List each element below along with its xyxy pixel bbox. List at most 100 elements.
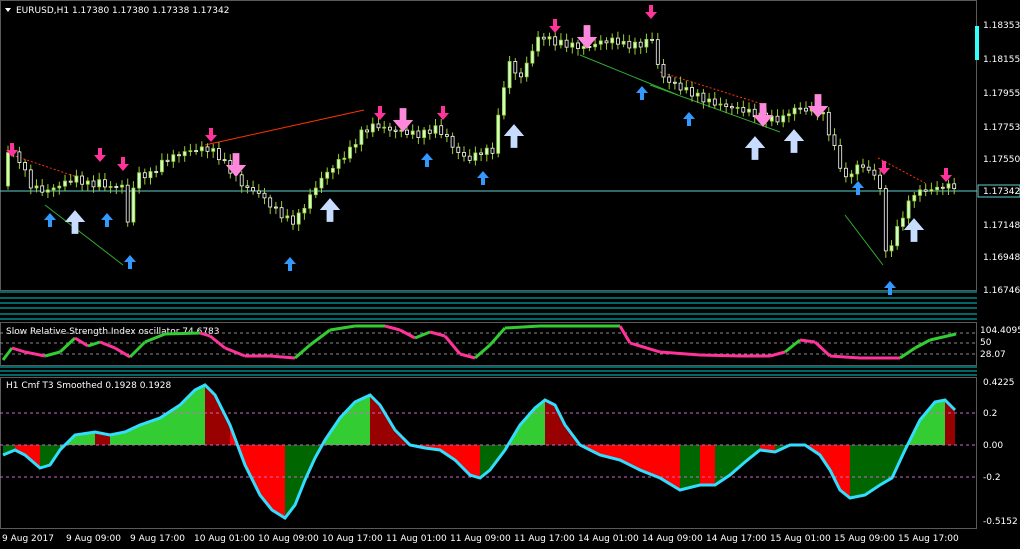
candle-body: [781, 115, 786, 123]
price-tick: 1.17955: [983, 89, 1020, 99]
candle-body: [342, 157, 347, 160]
up-arrow-icon: [124, 255, 136, 269]
candle-body: [103, 179, 107, 188]
rsi-segment: [99, 340, 116, 350]
candle-body: [638, 41, 643, 48]
candle-body: [302, 207, 307, 214]
candle-body: [952, 183, 957, 190]
rsi-tick: 50: [980, 338, 992, 348]
cmf-tick: 0.2: [983, 409, 997, 419]
cmf-bar: [920, 402, 935, 445]
rsi-segment: [58, 336, 77, 354]
rsi-segment: [294, 343, 311, 360]
candle-body: [336, 159, 341, 169]
candle-body: [131, 187, 136, 223]
candle-body: [581, 46, 586, 49]
candle-body: [866, 166, 871, 171]
candle-body: [570, 42, 575, 48]
rsi-segment: [474, 343, 491, 360]
candle-body: [901, 217, 905, 227]
cmf-bar: [700, 445, 715, 485]
candle-body: [627, 40, 632, 49]
main-pane-frame: [0, 0, 977, 291]
candle-body: [279, 207, 284, 219]
candle-body: [262, 192, 267, 199]
candle-body: [439, 125, 444, 135]
candle-body: [365, 129, 370, 133]
time-label: 14 Aug 17:00: [706, 534, 767, 544]
candle-body: [889, 245, 894, 252]
time-label: 9 Aug 17:00: [130, 534, 185, 544]
candle-body: [410, 130, 415, 135]
time-label: 15 Aug 17:00: [898, 534, 959, 544]
rsi-segment: [269, 354, 296, 360]
rsi-tick: 104.4095: [980, 326, 1020, 336]
cmf-bar: [850, 445, 865, 498]
candle-body: [177, 154, 181, 157]
down-arrow-icon: [437, 106, 449, 120]
candle-body: [724, 103, 729, 107]
big-up-arrow-icon: [783, 129, 805, 153]
candle-body: [695, 92, 700, 97]
candle-body: [353, 144, 358, 148]
candle-body: [940, 186, 945, 189]
time-label: 10 Aug 01:00: [194, 534, 255, 544]
candle-body: [28, 169, 33, 189]
candle-body: [188, 150, 193, 153]
candle-body: [165, 159, 170, 162]
triangle-down-icon[interactable]: [5, 8, 11, 12]
candle-body: [735, 107, 740, 109]
rsi-segment: [799, 338, 816, 344]
candle-body: [137, 172, 142, 189]
candle-body: [291, 215, 295, 225]
candle-body: [387, 126, 392, 131]
candle-body: [296, 212, 301, 225]
time-axis: 9 Aug 2017 9 Aug 09:00 9 Aug 17:00 10 Au…: [2, 534, 959, 544]
chart-window[interactable]: EURUSD,H1 1.17380 1.17380 1.17338 1.1734…: [0, 0, 1020, 549]
candle-body: [484, 147, 489, 155]
rsi-segment: [899, 346, 916, 360]
candle-body: [906, 200, 911, 219]
candle-body: [707, 98, 711, 103]
cmf-tick: -0.5152: [983, 517, 1018, 527]
candle-body: [923, 189, 928, 192]
candle-body: [496, 114, 501, 154]
candle-body: [946, 183, 951, 189]
rsi-segment: [44, 350, 61, 358]
candle-body: [883, 188, 888, 252]
down-arrow-icon: [940, 168, 952, 182]
up-arrow-icon: [683, 112, 695, 126]
candle-body: [462, 152, 466, 157]
candle-body: [650, 38, 654, 41]
candle-body: [120, 184, 124, 188]
down-arrow-icon: [117, 157, 129, 171]
candle-body: [51, 187, 56, 191]
candle-body: [473, 152, 478, 161]
time-label: 10 Aug 09:00: [258, 534, 319, 544]
cmf-tick: 0.4225: [983, 378, 1015, 388]
candle-body: [154, 171, 159, 173]
candle-body: [490, 147, 495, 154]
scroll-marker-icon[interactable]: [975, 26, 979, 60]
candle-body: [142, 172, 147, 179]
candle-body: [718, 103, 723, 106]
candle-body: [393, 129, 398, 132]
cmf-bar: [545, 400, 555, 445]
rsi-segment: [629, 341, 661, 354]
rsi-segment: [74, 336, 89, 348]
cmf-bar: [272, 445, 285, 518]
candle-body: [530, 50, 535, 64]
candle-body: [171, 154, 176, 162]
rsi-segment: [1, 347, 14, 361]
candle-body: [359, 129, 364, 145]
up-arrow-icon: [884, 281, 896, 295]
candle-body: [667, 76, 672, 83]
candle-body: [97, 179, 102, 188]
candle-body: [376, 123, 381, 129]
candle-body: [918, 189, 922, 196]
candle-body: [46, 189, 50, 193]
candle-body: [598, 40, 603, 45]
candle-body: [382, 126, 387, 129]
candle-body: [747, 108, 751, 113]
rsi-segment: [128, 340, 147, 359]
